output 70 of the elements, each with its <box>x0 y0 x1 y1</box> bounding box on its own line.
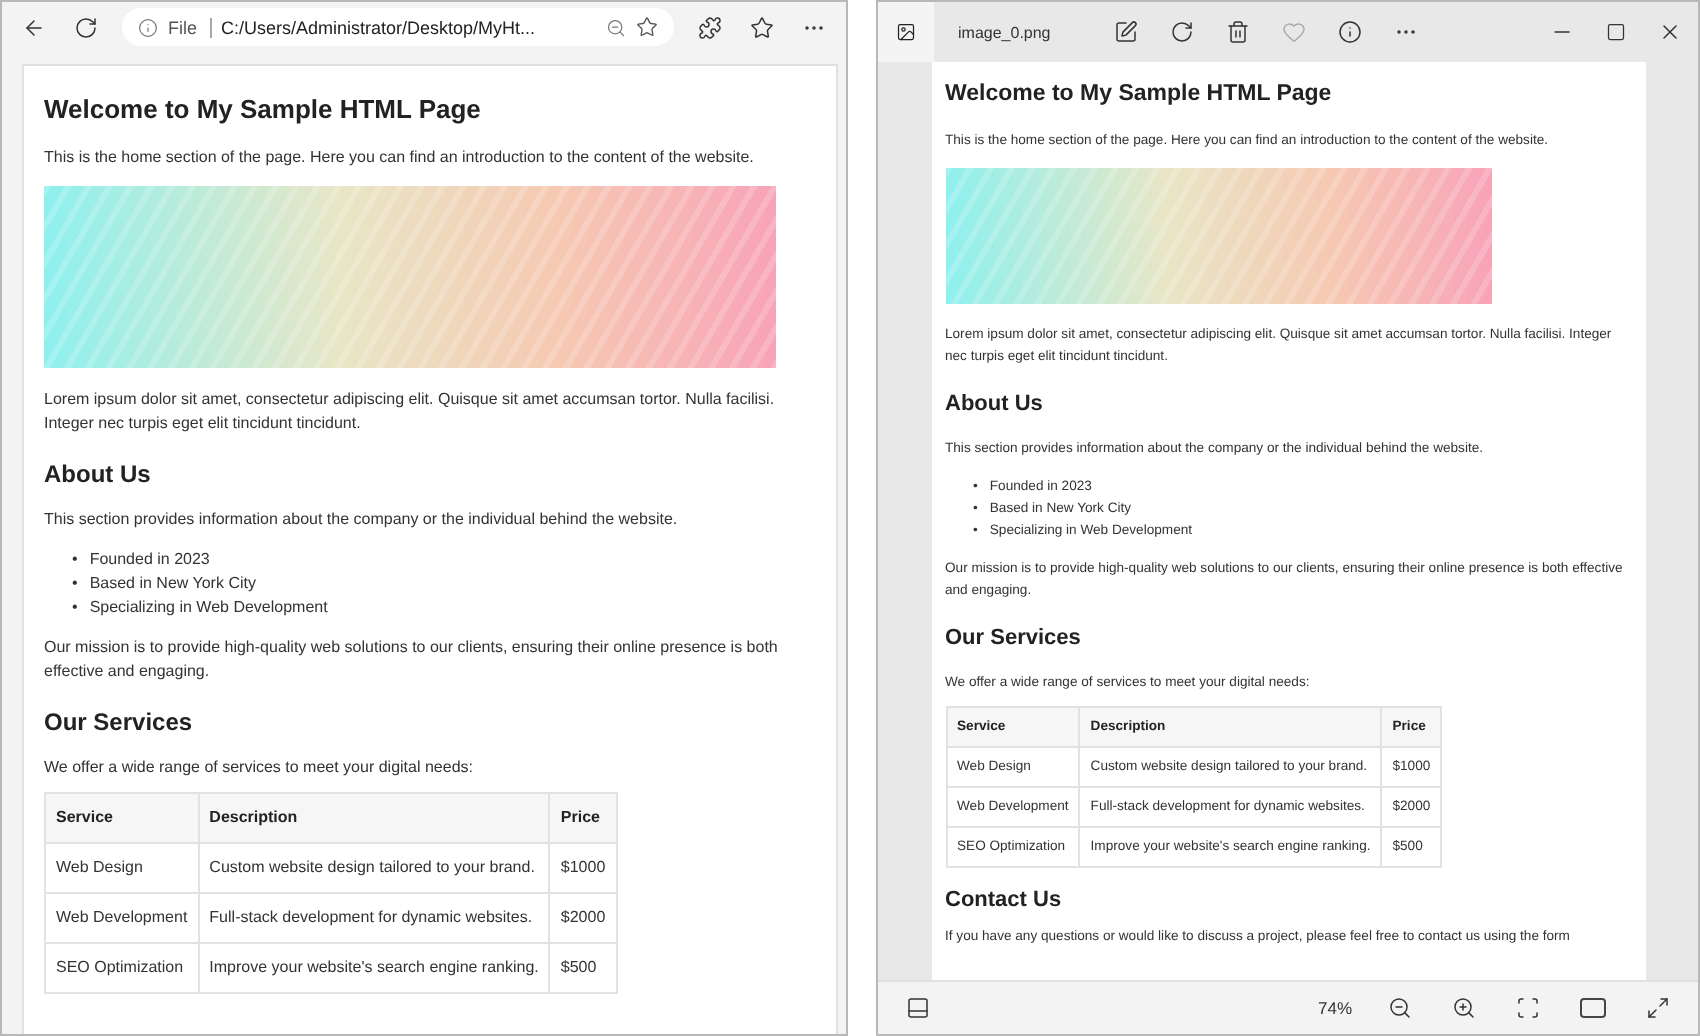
panel-icon <box>906 996 930 1020</box>
table-cell: Full-stack development for dynamic websites. <box>198 893 550 944</box>
heart-icon <box>1282 20 1307 44</box>
extensions-button[interactable] <box>694 11 726 43</box>
info-icon <box>138 17 158 37</box>
expand-arrows-icon <box>1646 996 1670 1020</box>
about-paragraph: This section provides information about the company or the individual behind the website. <box>44 507 678 532</box>
zoom-in-button[interactable] <box>1452 996 1476 1020</box>
zoom-out-icon <box>1388 996 1412 1020</box>
info-button[interactable] <box>1338 20 1363 44</box>
table-cell: Web Development <box>45 893 199 944</box>
page-heading: Welcome to My Sample HTML Page <box>945 82 1332 110</box>
url-text: C:/Users/Administrator/Desktop/MyHt... <box>221 17 538 37</box>
rotate-button[interactable] <box>1170 20 1195 44</box>
column-header: Description <box>198 793 550 844</box>
fact-list-item: Founded in 2023 <box>89 547 210 572</box>
page-heading: Welcome to My Sample HTML Page <box>44 94 481 126</box>
star-icon <box>750 15 774 39</box>
star-icon[interactable] <box>636 16 658 38</box>
table-cell: Web Design <box>45 843 199 894</box>
table-cell: SEO Optimization <box>45 943 199 994</box>
favorites-button[interactable] <box>746 11 778 43</box>
back-arrow-icon <box>22 15 46 39</box>
maximize-button[interactable] <box>1606 22 1626 42</box>
zoom-level: 74% <box>1317 998 1352 1018</box>
zoom-out-button[interactable] <box>1388 996 1412 1020</box>
bullet: • <box>72 571 78 596</box>
table-cell: $500 <box>549 943 617 994</box>
lorem-paragraph: Lorem ipsum dolor sit amet, consectetur adipiscing elit. Quisque sit amet accumsan tortor. Nulla facilisi. Integer nec turpis eget elit tincidunt tincidunt. <box>44 387 777 436</box>
section-heading: Contact Us <box>945 888 1062 915</box>
fact-list-item: Based in New York City <box>89 571 256 596</box>
edit-button[interactable] <box>1114 20 1139 44</box>
bullet: • <box>72 547 78 572</box>
table-cell: $2000 <box>549 893 617 944</box>
table-cell: Custom website design tailored to your brand. <box>198 843 550 894</box>
reload-icon <box>74 15 98 39</box>
trash-icon <box>1226 20 1251 44</box>
zoom-out-icon[interactable] <box>606 17 626 37</box>
rotate-icon <box>1170 20 1195 44</box>
mission-paragraph: Our mission is to provide high-quality web solutions to our clients, ensuring their online presence is both effective and engaging. <box>44 635 780 684</box>
section-heading: About Us <box>945 391 1043 418</box>
zoom-in-icon <box>1452 996 1476 1020</box>
table-cell: Improve your website's search engine ranking. <box>198 943 550 994</box>
delete-button[interactable] <box>1226 20 1251 44</box>
pen-square-icon <box>1114 20 1139 44</box>
url-scheme: File <box>168 17 212 37</box>
puzzle-icon <box>698 15 722 39</box>
column-header: Service <box>45 793 199 844</box>
section-heading: Our Services <box>945 625 1081 653</box>
address-bar[interactable]: File C:/Users/Administrator/Desktop/MyHt... <box>122 8 674 46</box>
close-icon <box>1658 20 1682 44</box>
section-heading: About Us <box>44 459 151 488</box>
rectangle-icon <box>1580 998 1606 1018</box>
column-header: Price <box>549 793 617 844</box>
maximize-icon <box>1606 22 1626 42</box>
image-icon <box>896 22 916 42</box>
actual-size-button[interactable] <box>1580 998 1606 1018</box>
fit-button[interactable] <box>1516 996 1540 1020</box>
table-cell: $1000 <box>549 843 617 894</box>
fact-list-item: Specializing in Web Development <box>89 595 328 620</box>
filmstrip-button[interactable] <box>906 996 930 1020</box>
file-name: image_0.png <box>958 23 1051 41</box>
close-button[interactable] <box>1658 20 1682 44</box>
fit-frame-icon <box>1516 996 1540 1020</box>
fullscreen-button[interactable] <box>1646 996 1670 1020</box>
intro-paragraph: This is the home section of the page. Here you can find an introduction to the content of the website. <box>44 145 754 170</box>
services-paragraph: We offer a wide range of services to meet your digital needs: <box>44 756 473 781</box>
bullet: • <box>72 595 78 620</box>
section-heading: Our Services <box>44 707 193 737</box>
info-icon <box>1338 20 1363 44</box>
